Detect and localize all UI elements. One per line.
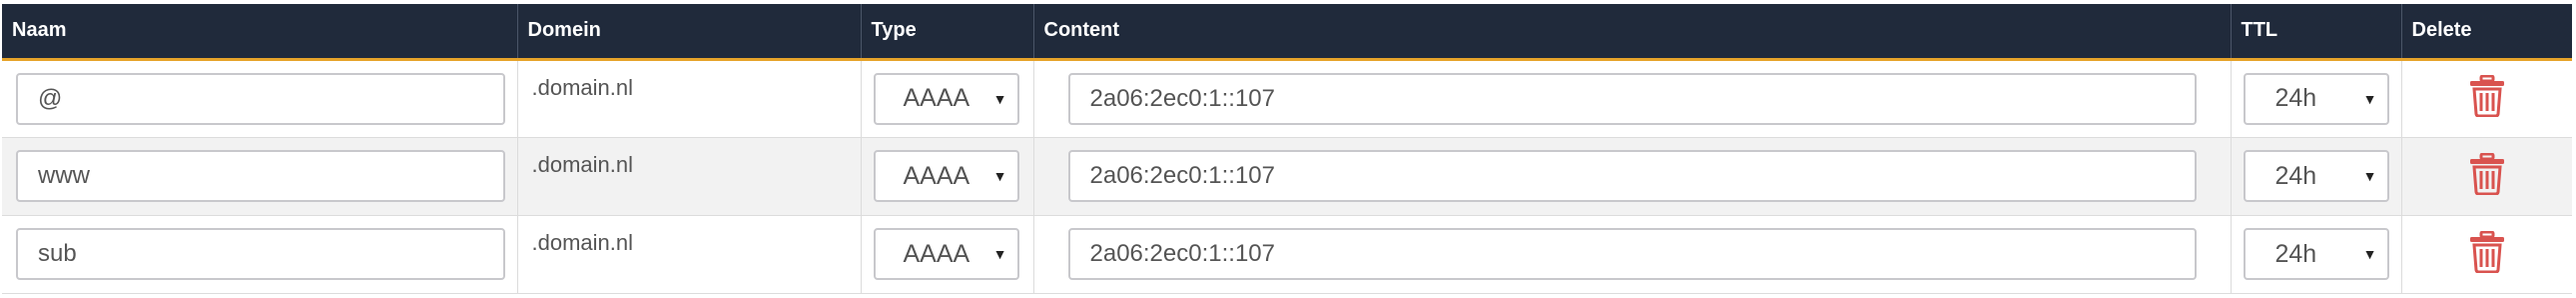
caret-down-icon: ▼ [2362, 90, 2377, 107]
record-type-select[interactable]: AAAA ▼ [873, 228, 1019, 280]
header-type: Type [861, 4, 1034, 61]
table-row: .domain.nl AAAA ▼ 24h ▼ [2, 59, 2572, 138]
record-ttl-select[interactable]: 24h ▼ [2243, 150, 2389, 202]
record-content-input[interactable] [1067, 150, 2197, 202]
table-header-row: Naam Domein Type Content TTL Delete [2, 4, 2572, 61]
header-delete: Delete [2401, 4, 2572, 61]
record-ttl-select[interactable]: 24h ▼ [2243, 72, 2389, 125]
header-content: Content [1033, 4, 2232, 61]
record-type-select[interactable]: AAAA ▼ [873, 150, 1019, 202]
record-ttl-value: 24h [2274, 84, 2317, 112]
record-type-value: AAAA [903, 161, 970, 190]
record-domain: .domain.nl [517, 137, 862, 216]
record-type-value: AAAA [903, 239, 970, 268]
trash-icon [2469, 152, 2504, 195]
record-content-input[interactable] [1067, 72, 2197, 125]
delete-record-button[interactable] [2469, 230, 2505, 273]
caret-down-icon: ▼ [2362, 168, 2377, 184]
trash-icon [2469, 74, 2504, 118]
header-name: Naam [2, 4, 518, 61]
record-type-select[interactable]: AAAA ▼ [873, 72, 1019, 125]
record-ttl-value: 24h [2274, 161, 2317, 190]
record-ttl-select[interactable]: 24h ▼ [2243, 228, 2389, 280]
delete-record-button[interactable] [2469, 152, 2505, 195]
delete-record-button[interactable] [2469, 74, 2505, 118]
header-domain: Domein [517, 4, 862, 61]
table-row: .domain.nl AAAA ▼ 24h ▼ [2, 215, 2572, 294]
caret-down-icon: ▼ [992, 90, 1007, 107]
record-content-input[interactable] [1067, 228, 2197, 280]
dns-records-table: Naam Domein Type Content TTL Delete .dom… [2, 4, 2572, 294]
header-ttl: TTL [2231, 4, 2402, 61]
caret-down-icon: ▼ [2362, 246, 2377, 262]
record-name-input[interactable] [16, 72, 505, 125]
record-domain: .domain.nl [517, 59, 862, 138]
record-type-value: AAAA [903, 84, 970, 112]
record-name-input[interactable] [16, 228, 505, 280]
record-ttl-value: 24h [2274, 239, 2317, 268]
caret-down-icon: ▼ [992, 246, 1007, 262]
trash-icon [2469, 230, 2504, 273]
caret-down-icon: ▼ [992, 168, 1007, 184]
table-row: .domain.nl AAAA ▼ 24h ▼ [2, 137, 2572, 216]
record-name-input[interactable] [16, 150, 505, 202]
record-domain: .domain.nl [517, 215, 862, 294]
